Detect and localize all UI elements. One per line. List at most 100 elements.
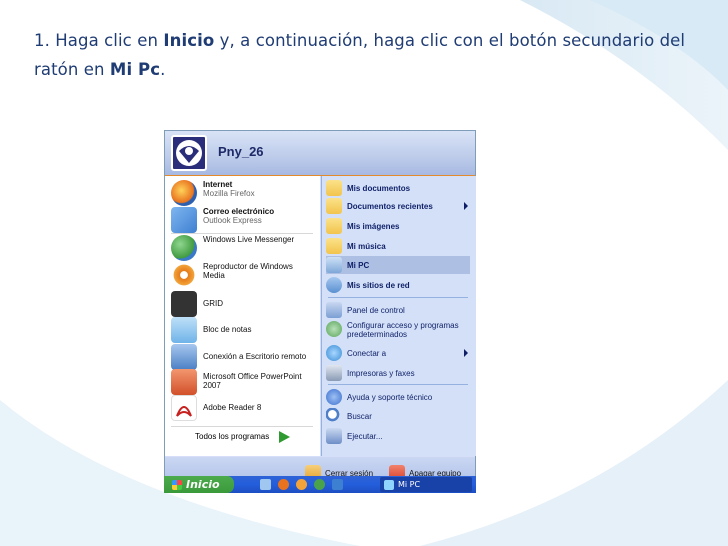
my-computer-icon xyxy=(384,479,394,490)
notepad-icon xyxy=(171,317,197,343)
all-programs-label: Todos los programas xyxy=(195,432,270,442)
divider xyxy=(171,426,313,427)
recent-item-powerpoint[interactable]: Microsoft Office PowerPoint 2007 xyxy=(171,369,303,395)
item-label: Configurar acceso y programas predetermi… xyxy=(347,321,459,339)
pinned-item-email[interactable]: Correo electrónico Outlook Express xyxy=(171,207,274,233)
submenu-arrow-icon xyxy=(464,349,468,357)
firefox-icon xyxy=(171,180,197,206)
item-subtitle: Outlook Express xyxy=(203,216,262,225)
right-item-buscar[interactable]: Buscar xyxy=(326,407,470,425)
recent-item-grid[interactable]: GRID xyxy=(171,291,223,317)
recent-item-media-player[interactable]: Reproductor de Windows Media xyxy=(171,262,313,288)
right-item-configurar-acceso[interactable]: Configurar acceso y programas predetermi… xyxy=(326,321,470,343)
firefox-icon[interactable] xyxy=(278,479,289,490)
start-menu: Pny_26 Internet Mozilla Firefox Correo el… xyxy=(164,130,476,492)
right-item-ayuda[interactable]: Ayuda y soporte técnico xyxy=(326,388,470,406)
remote-desktop-icon xyxy=(171,344,197,370)
item-label: Mis imágenes xyxy=(347,221,400,231)
desktop-icon[interactable] xyxy=(260,479,271,490)
item-label: Mis sitios de red xyxy=(347,280,410,290)
media-player-icon xyxy=(171,262,197,288)
item-label: Ejecutar... xyxy=(347,431,383,441)
start-menu-right-pane: Mis documentos Documentos recientes Mis … xyxy=(321,176,476,456)
right-item-mi-musica[interactable]: Mi música xyxy=(326,237,470,255)
my-pictures-icon xyxy=(326,218,342,234)
powerpoint-icon xyxy=(171,369,197,395)
my-computer-icon xyxy=(326,257,342,273)
item-label: Panel de control xyxy=(347,305,405,315)
instruction-inicio: Inicio xyxy=(163,31,215,50)
item-label: Documentos recientes xyxy=(347,201,433,211)
item-title: Windows Live Messenger xyxy=(203,235,295,244)
grid-icon xyxy=(171,291,197,317)
instruction-part3: . xyxy=(160,60,166,79)
item-label: Mi PC xyxy=(347,260,370,270)
right-item-conectar-a[interactable]: Conectar a xyxy=(326,344,470,362)
item-label: Mi música xyxy=(347,241,386,251)
item-title: Reproductor de Windows Media xyxy=(203,262,293,280)
divider xyxy=(328,297,468,298)
pinned-item-internet[interactable]: Internet Mozilla Firefox xyxy=(171,180,255,206)
right-item-impresoras[interactable]: Impresoras y faxes xyxy=(326,364,470,382)
recent-item-adobe-reader[interactable]: Adobe Reader 8 xyxy=(171,395,261,421)
divider xyxy=(171,233,313,234)
item-title: Correo electrónico xyxy=(203,207,275,216)
item-title: GRID xyxy=(203,299,223,308)
control-panel-icon xyxy=(326,302,342,318)
item-title: Bloc de notas xyxy=(203,325,252,334)
item-title: Internet xyxy=(203,180,233,189)
outlook-express-icon xyxy=(171,207,197,233)
recent-item-messenger[interactable]: Windows Live Messenger xyxy=(171,235,303,261)
taskbar-item-mi-pc[interactable]: Mi PC xyxy=(380,477,472,492)
item-title: Conexión a Escritorio remoto xyxy=(203,352,307,361)
recent-documents-icon xyxy=(326,198,342,214)
start-label: Inicio xyxy=(186,478,220,491)
right-item-documentos-recientes[interactable]: Documentos recientes xyxy=(326,197,470,215)
recent-item-notepad[interactable]: Bloc de notas xyxy=(171,317,251,343)
right-item-panel-de-control[interactable]: Panel de control xyxy=(326,301,470,319)
recent-item-remote-desktop[interactable]: Conexión a Escritorio remoto xyxy=(171,344,306,370)
instruction-text: 1. Haga clic en Inicio y, a continuación… xyxy=(34,26,694,84)
green-arrow-icon xyxy=(279,431,291,443)
media-player-icon[interactable] xyxy=(296,479,307,490)
item-title: Microsoft Office PowerPoint 2007 xyxy=(203,372,302,390)
printers-icon xyxy=(326,365,342,381)
instruction-part1: 1. Haga clic en xyxy=(34,31,164,50)
item-label: Buscar xyxy=(347,411,372,421)
right-item-ejecutar[interactable]: Ejecutar... xyxy=(326,427,470,445)
item-title: Adobe Reader 8 xyxy=(203,403,262,412)
item-subtitle: Mozilla Firefox xyxy=(203,189,255,198)
connect-to-icon xyxy=(326,345,342,361)
submenu-arrow-icon xyxy=(464,202,468,210)
help-icon xyxy=(326,389,342,405)
user-avatar-icon[interactable] xyxy=(171,135,207,171)
adobe-reader-icon xyxy=(171,395,197,421)
right-item-mis-imagenes[interactable]: Mis imágenes xyxy=(326,217,470,235)
item-label: Mis documentos xyxy=(347,183,411,193)
taskbar: Inicio Mi PC xyxy=(164,476,476,493)
messenger-icon xyxy=(171,235,197,261)
user-name: Pny_26 xyxy=(218,144,264,159)
right-item-mis-sitios-de-red[interactable]: Mis sitios de red xyxy=(326,276,470,294)
item-label: Ayuda y soporte técnico xyxy=(347,392,433,402)
my-documents-icon xyxy=(326,180,342,196)
search-icon xyxy=(326,408,342,424)
divider xyxy=(328,384,468,385)
item-label: Conectar a xyxy=(347,348,387,358)
start-menu-header: Pny_26 xyxy=(165,131,475,176)
right-item-mi-pc[interactable]: Mi PC xyxy=(326,256,470,274)
item-label: Impresoras y faxes xyxy=(347,368,415,378)
start-menu-left-pane: Internet Mozilla Firefox Correo electróni… xyxy=(165,176,320,456)
taskbar-item-label: Mi PC xyxy=(398,480,421,489)
messenger-icon[interactable] xyxy=(314,479,325,490)
right-item-mis-documentos[interactable]: Mis documentos xyxy=(326,179,470,197)
default-programs-icon xyxy=(326,321,342,337)
my-music-icon xyxy=(326,238,342,254)
instruction-mi-pc: Mi Pc xyxy=(109,60,161,79)
run-icon xyxy=(326,428,342,444)
network-places-icon xyxy=(326,277,342,293)
start-button[interactable]: Inicio xyxy=(164,476,234,493)
outlook-express-icon[interactable] xyxy=(332,479,343,490)
windows-flag-icon xyxy=(172,479,182,490)
all-programs-button[interactable]: Todos los programas xyxy=(195,431,291,443)
